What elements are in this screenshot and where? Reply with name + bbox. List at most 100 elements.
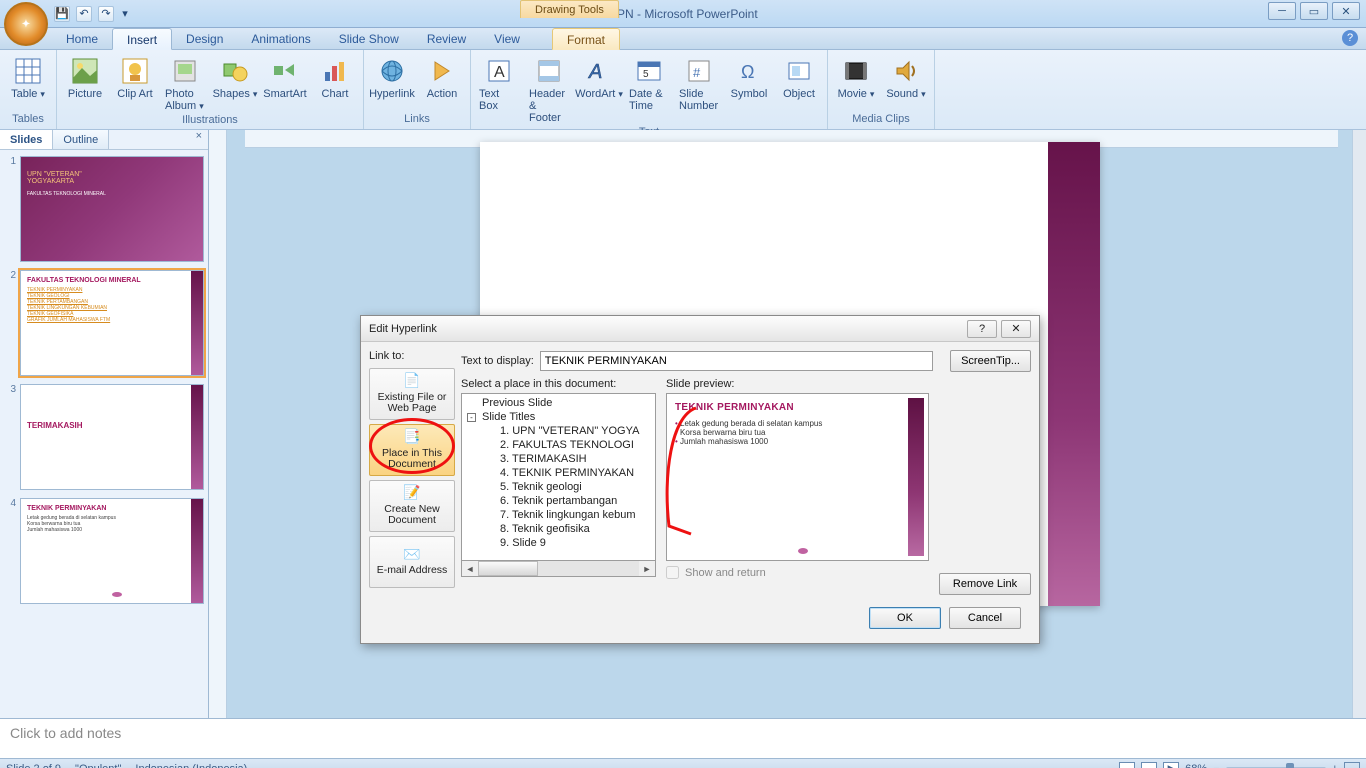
action-button[interactable]: Action bbox=[420, 54, 464, 102]
picture-button[interactable]: Picture bbox=[63, 54, 107, 102]
link-to-label: Link to: bbox=[369, 350, 455, 362]
context-tab-title: Drawing Tools bbox=[520, 0, 619, 18]
slide-panel: Slides Outline × 1 UPN "VETERAN"YOGYAKAR… bbox=[0, 130, 209, 718]
tree-item[interactable]: Previous Slide bbox=[464, 396, 653, 410]
panel-close-icon[interactable]: × bbox=[190, 130, 208, 149]
tree-item[interactable]: 9. Slide 9 bbox=[464, 536, 653, 550]
object-button[interactable]: Object bbox=[777, 54, 821, 102]
ok-button[interactable]: OK bbox=[869, 607, 941, 629]
textbox-icon: A bbox=[484, 56, 514, 86]
help-icon[interactable]: ? bbox=[1342, 30, 1358, 46]
hyperlink-button[interactable]: Hyperlink bbox=[370, 54, 414, 102]
qat-redo-icon[interactable]: ↷ bbox=[98, 6, 114, 22]
cancel-button[interactable]: Cancel bbox=[949, 607, 1021, 629]
wordart-button[interactable]: AWordArt bbox=[577, 54, 621, 102]
tree-item[interactable]: 7. Teknik lingkungan kebum bbox=[464, 508, 653, 522]
object-icon bbox=[784, 56, 814, 86]
svg-text:Ω: Ω bbox=[741, 62, 754, 82]
text-to-display-input[interactable] bbox=[540, 351, 933, 371]
panel-tab-outline[interactable]: Outline bbox=[53, 130, 109, 149]
tab-design[interactable]: Design bbox=[172, 28, 237, 49]
tree-item[interactable]: 1. UPN "VETERAN" YOGYA bbox=[464, 424, 653, 438]
headerfooter-icon bbox=[534, 56, 564, 86]
zoom-out-button[interactable]: − bbox=[1213, 763, 1219, 768]
movie-button[interactable]: Movie bbox=[834, 54, 878, 102]
symbol-button[interactable]: ΩSymbol bbox=[727, 54, 771, 102]
view-sorter-icon[interactable] bbox=[1141, 762, 1157, 768]
zoom-percent[interactable]: 68% bbox=[1185, 763, 1207, 768]
tree-item[interactable]: 8. Teknik geofisika bbox=[464, 522, 653, 536]
status-language[interactable]: Indonesian (Indonesia) bbox=[135, 763, 247, 768]
minimize-button[interactable]: ─ bbox=[1268, 2, 1296, 20]
view-slideshow-icon[interactable]: ▶ bbox=[1163, 762, 1179, 768]
tree-item[interactable]: -Slide Titles bbox=[464, 410, 653, 424]
place-tree[interactable]: Previous Slide-Slide Titles1. UPN "VETER… bbox=[461, 393, 656, 561]
tab-format[interactable]: Format bbox=[552, 28, 620, 50]
tab-animations[interactable]: Animations bbox=[237, 28, 324, 49]
chart-button[interactable]: Chart bbox=[313, 54, 357, 102]
svg-text:A: A bbox=[494, 64, 505, 81]
slidenumber-button[interactable]: #Slide Number bbox=[677, 54, 721, 114]
scrollbar-vertical[interactable] bbox=[1352, 130, 1366, 718]
linkto-existing-file[interactable]: 📄Existing File or Web Page bbox=[369, 368, 455, 420]
window-title: UPN - Microsoft PowerPoint bbox=[0, 7, 1366, 21]
ribbon-tabs: Home Insert Design Animations Slide Show… bbox=[0, 28, 1366, 50]
ribbon-group-links: Hyperlink Action Links bbox=[364, 50, 471, 129]
qat-undo-icon[interactable]: ↶ bbox=[76, 6, 92, 22]
remove-link-button[interactable]: Remove Link bbox=[939, 573, 1031, 595]
edit-hyperlink-dialog: Edit Hyperlink ? ✕ Link to: 📄Existing Fi… bbox=[360, 315, 1040, 644]
notes-pane[interactable]: Click to add notes bbox=[0, 718, 1366, 758]
tree-item[interactable]: 5. Teknik geologi bbox=[464, 480, 653, 494]
text-to-display-label: Text to display: bbox=[461, 355, 534, 367]
textbox-button[interactable]: AText Box bbox=[477, 54, 521, 114]
ribbon: Table Tables Picture Clip Art Photo Albu… bbox=[0, 50, 1366, 130]
shapes-button[interactable]: Shapes bbox=[213, 54, 257, 102]
screentip-button[interactable]: ScreenTip... bbox=[950, 350, 1031, 372]
dialog-titlebar[interactable]: Edit Hyperlink ? ✕ bbox=[361, 316, 1039, 342]
thumbnail-2[interactable]: 2 FAKULTAS TEKNOLOGI MINERAL TEKNIK PERM… bbox=[4, 270, 204, 376]
qat-save-icon[interactable]: 💾 bbox=[54, 6, 70, 22]
tab-view[interactable]: View bbox=[480, 28, 534, 49]
restore-button[interactable]: ▭ bbox=[1300, 2, 1328, 20]
main-area: Slides Outline × 1 UPN "VETERAN"YOGYAKAR… bbox=[0, 130, 1366, 718]
tab-slideshow[interactable]: Slide Show bbox=[325, 28, 413, 49]
datetime-button[interactable]: 5Date & Time bbox=[627, 54, 671, 114]
photoalbum-icon bbox=[170, 56, 200, 86]
quick-access-toolbar: 💾 ↶ ↷ ▾ bbox=[54, 6, 130, 22]
panel-tab-slides[interactable]: Slides bbox=[0, 130, 53, 149]
zoom-in-button[interactable]: + bbox=[1332, 763, 1338, 768]
view-normal-icon[interactable] bbox=[1119, 762, 1135, 768]
sound-button[interactable]: Sound bbox=[884, 54, 928, 102]
thumbnail-3[interactable]: 3 TERIMAKASIH bbox=[4, 384, 204, 490]
dialog-help-button[interactable]: ? bbox=[967, 320, 997, 338]
clipart-button[interactable]: Clip Art bbox=[113, 54, 157, 102]
headerfooter-button[interactable]: Header & Footer bbox=[527, 54, 571, 126]
linkto-create-new[interactable]: 📝Create New Document bbox=[369, 480, 455, 532]
photoalbum-button[interactable]: Photo Album bbox=[163, 54, 207, 114]
tree-item[interactable]: 6. Teknik pertambangan bbox=[464, 494, 653, 508]
table-button[interactable]: Table bbox=[6, 54, 50, 102]
linkto-place-in-doc[interactable]: 📑Place in This Document bbox=[369, 424, 455, 476]
tab-home[interactable]: Home bbox=[52, 28, 112, 49]
svg-text:5: 5 bbox=[643, 69, 649, 80]
thumbnail-1[interactable]: 1 UPN "VETERAN"YOGYAKARTA FAKULTAS TEKNO… bbox=[4, 156, 204, 262]
smartart-button[interactable]: SmartArt bbox=[263, 54, 307, 102]
tree-h-scrollbar[interactable]: ◄► bbox=[461, 561, 656, 577]
tree-item[interactable]: 3. TERIMAKASIH bbox=[464, 452, 653, 466]
tree-item[interactable]: 4. TEKNIK PERMINYAKAN bbox=[464, 466, 653, 480]
movie-icon bbox=[841, 56, 871, 86]
office-button[interactable]: ✦ bbox=[4, 2, 48, 46]
fit-to-window-button[interactable] bbox=[1344, 762, 1360, 768]
ribbon-group-media: Movie Sound Media Clips bbox=[828, 50, 935, 129]
qat-more-icon[interactable]: ▾ bbox=[120, 6, 130, 22]
slide-preview-label: Slide preview: bbox=[666, 378, 929, 390]
show-and-return-checkbox[interactable] bbox=[666, 566, 679, 579]
existingfile-icon: 📄 bbox=[403, 373, 420, 388]
tab-insert[interactable]: Insert bbox=[112, 28, 172, 50]
close-button[interactable]: ✕ bbox=[1332, 2, 1360, 20]
dialog-close-button[interactable]: ✕ bbox=[1001, 320, 1031, 338]
tab-review[interactable]: Review bbox=[413, 28, 480, 49]
tree-item[interactable]: 2. FAKULTAS TEKNOLOGI bbox=[464, 438, 653, 452]
linkto-email[interactable]: ✉️E-mail Address bbox=[369, 536, 455, 588]
thumbnail-4[interactable]: 4 TEKNIK PERMINYAKAN Letak gedung berada… bbox=[4, 498, 204, 604]
